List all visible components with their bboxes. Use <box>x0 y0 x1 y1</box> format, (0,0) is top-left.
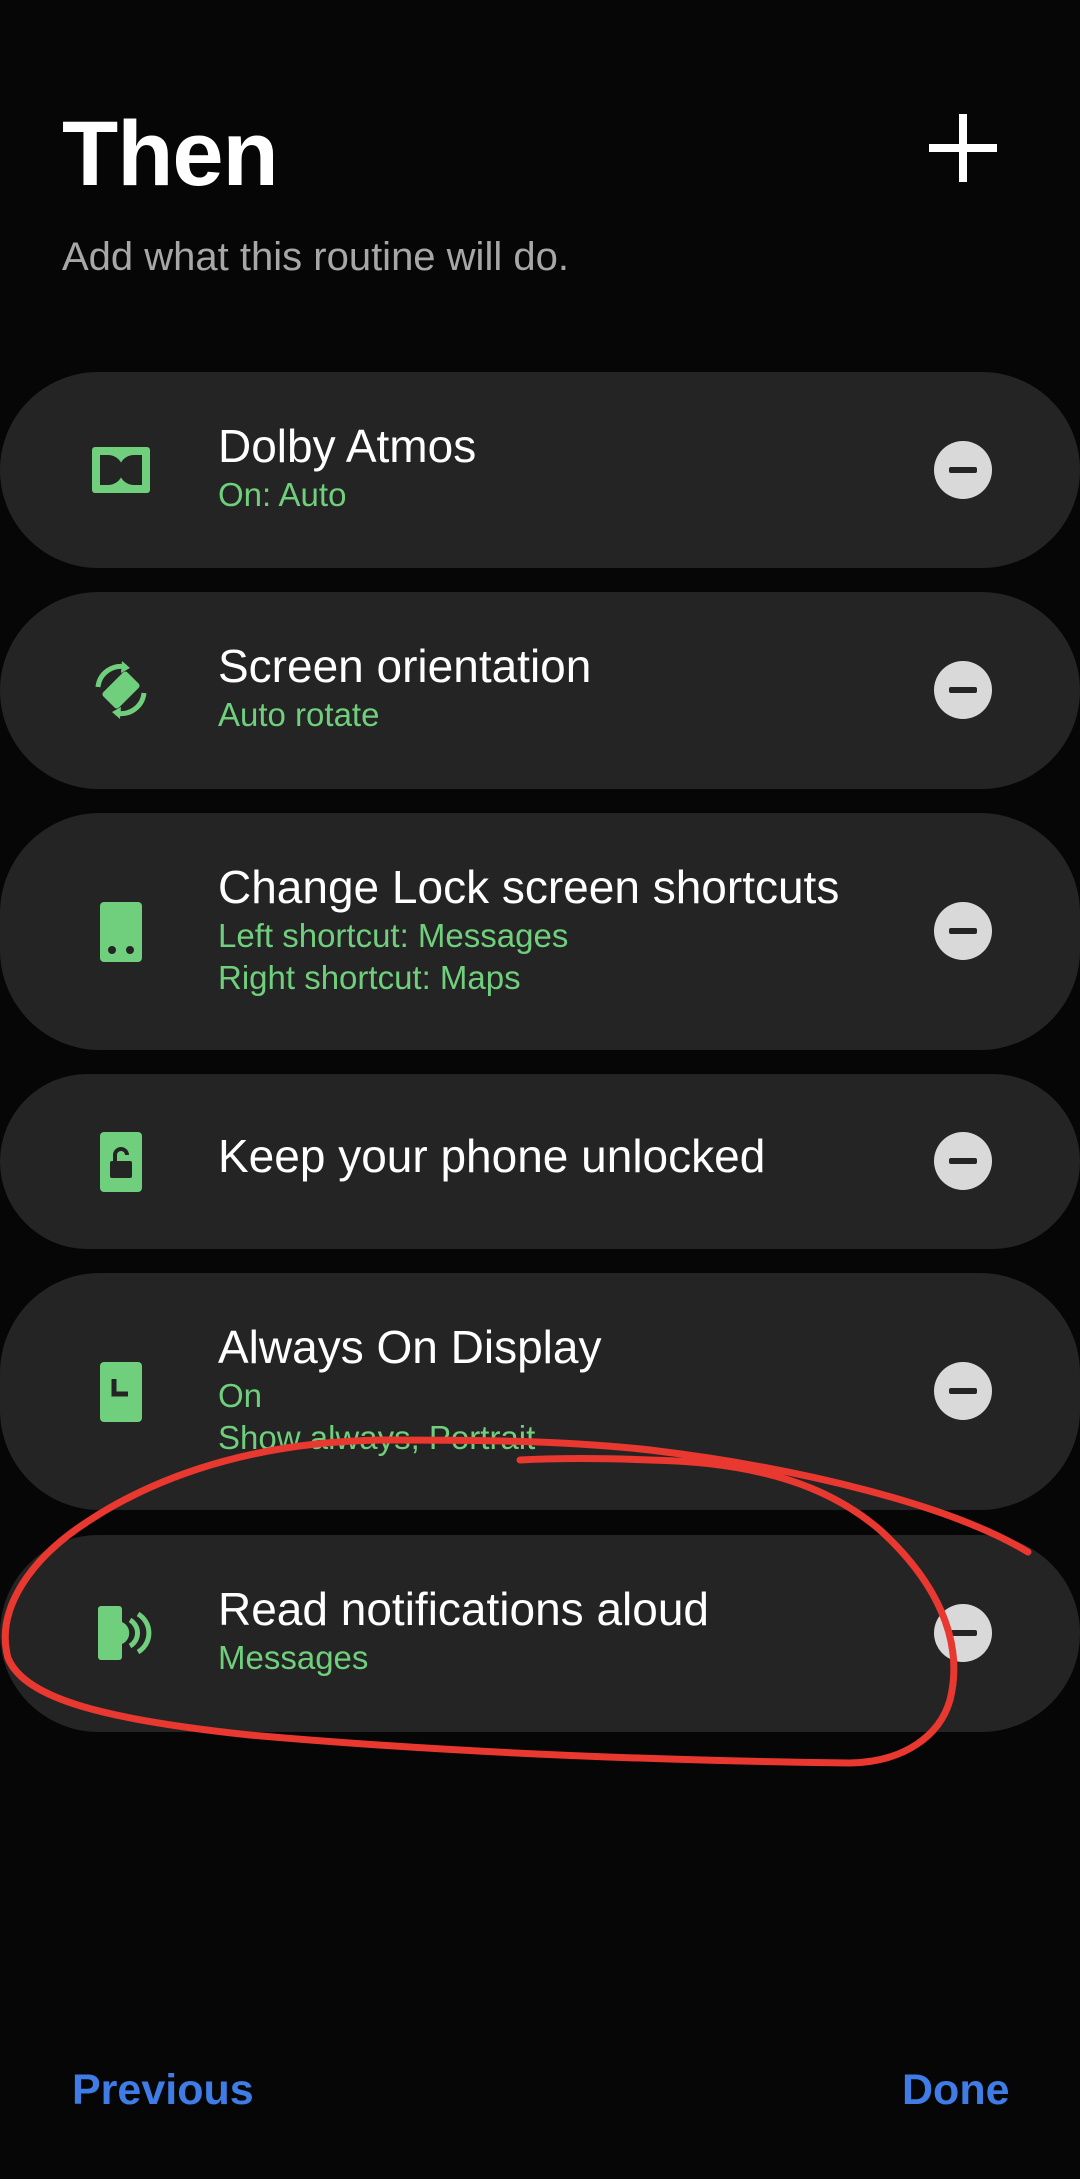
action-detail: Left shortcut: Messages <box>218 917 569 954</box>
action-detail: On <box>218 1377 263 1414</box>
always-on-display-icon <box>88 1359 154 1425</box>
action-card-always-on-display[interactable]: Always On Display On Show always, Portra… <box>0 1273 1080 1510</box>
plus-icon <box>929 114 997 182</box>
action-detail: Messages <box>218 1639 369 1676</box>
dolby-icon <box>88 437 154 503</box>
action-title: Always On Display <box>218 1321 602 1373</box>
action-detail: On: Auto <box>218 476 347 513</box>
remove-button[interactable] <box>934 661 992 719</box>
action-card-dolby-atmos[interactable]: Dolby Atmos On: Auto <box>0 372 1080 568</box>
action-title: Screen orientation <box>218 640 592 692</box>
action-card-keep-unlocked[interactable]: Keep your phone unlocked <box>0 1074 1080 1249</box>
remove-button[interactable] <box>934 1604 992 1662</box>
action-title: Read notifications aloud <box>218 1583 709 1635</box>
auto-rotate-icon <box>88 657 154 723</box>
page-subtitle: Add what this routine will do. <box>62 235 569 279</box>
action-detail: Show always, Portrait <box>218 1419 536 1456</box>
previous-button[interactable]: Previous <box>72 2065 254 2117</box>
action-title: Change Lock screen shortcuts <box>218 861 840 913</box>
read-aloud-icon <box>88 1600 154 1666</box>
page-title: Then <box>62 103 279 205</box>
done-button[interactable]: Done <box>902 2065 1010 2117</box>
remove-button[interactable] <box>934 1132 992 1190</box>
remove-button[interactable] <box>934 1362 992 1420</box>
action-card-read-notifications-aloud[interactable]: Read notifications aloud Messages <box>0 1535 1080 1732</box>
action-detail: Auto rotate <box>218 696 380 733</box>
phone-shortcuts-icon <box>88 899 154 965</box>
action-card-screen-orientation[interactable]: Screen orientation Auto rotate <box>0 592 1080 789</box>
action-title: Keep your phone unlocked <box>218 1130 766 1182</box>
remove-button[interactable] <box>934 441 992 499</box>
action-card-lock-screen-shortcuts[interactable]: Change Lock screen shortcuts Left shortc… <box>0 813 1080 1050</box>
unlock-icon <box>88 1129 154 1195</box>
action-detail: Right shortcut: Maps <box>218 959 521 996</box>
action-title: Dolby Atmos <box>218 420 477 472</box>
remove-button[interactable] <box>934 902 992 960</box>
add-action-button[interactable] <box>925 110 1001 186</box>
